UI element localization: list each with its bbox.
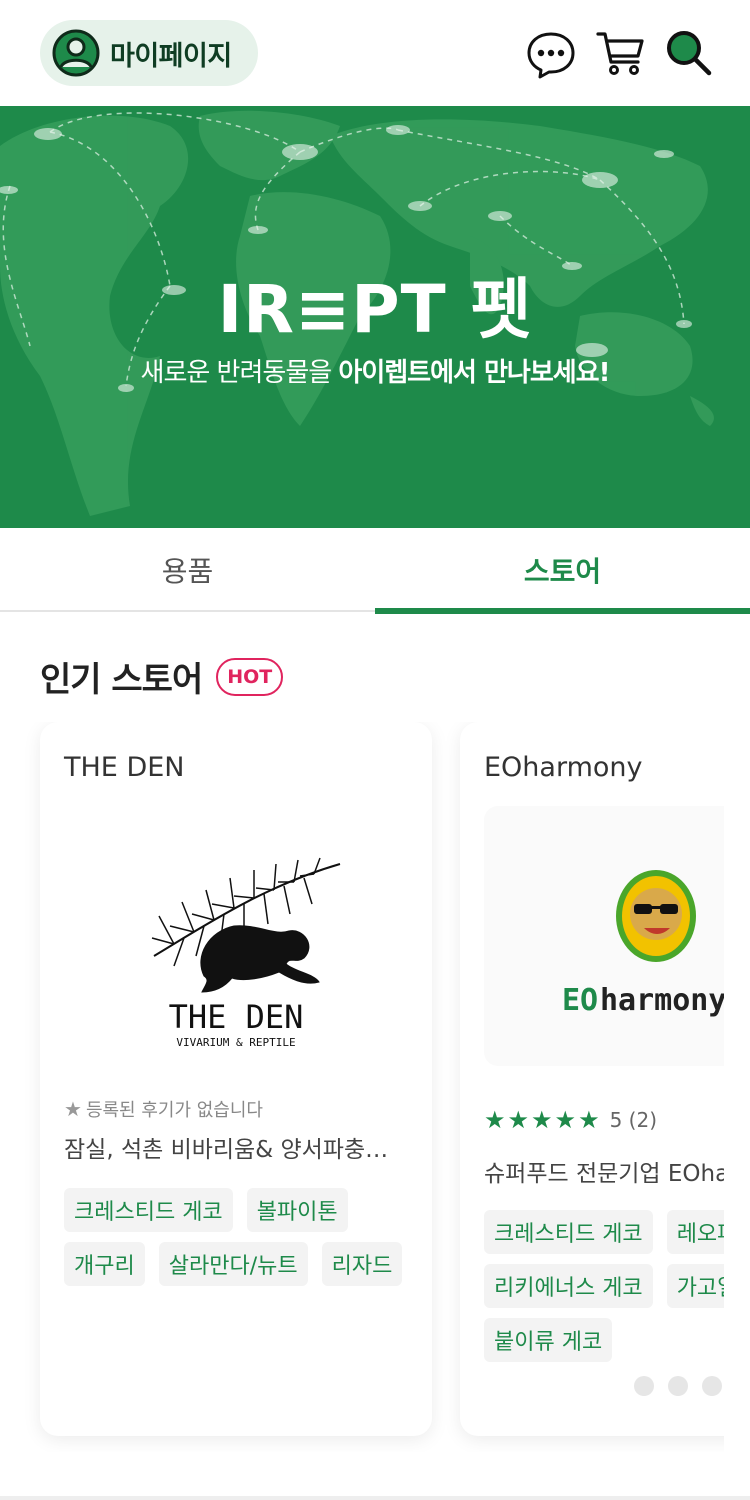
banner-logo: IR≡PT 펫 — [217, 271, 533, 348]
tag-chip[interactable]: 가고일 게코 — [666, 1264, 724, 1308]
carousel-dot[interactable] — [702, 1376, 722, 1396]
tag-list: 크레스티드 게코 레오파드 게코 리키에너스 게코 가고일 게코 붙이류 게코 — [484, 1210, 724, 1362]
logo-eo: EO — [562, 983, 598, 1018]
store-name: EOharmony — [484, 752, 643, 783]
tag-chip[interactable]: 살라만다/뉴트 — [158, 1242, 308, 1286]
store-description: 슈퍼푸드 전문기업 EOharmony — [484, 1161, 724, 1187]
hot-badge: HOT — [216, 657, 284, 696]
app-header: 마이페이지 — [0, 0, 750, 106]
tag-chip[interactable]: 크레스티드 게코 — [64, 1188, 233, 1232]
carousel-dot[interactable] — [668, 1376, 688, 1396]
store-description: 잠실, 석촌 비바리움& 양서파충류 전문샵 — [64, 1137, 408, 1163]
tab-supplies[interactable]: 용품 — [0, 528, 375, 612]
cart-icon[interactable] — [596, 28, 646, 78]
popular-stores-heading: 인기 스토어 HOT — [40, 652, 284, 701]
tag-chip[interactable]: 볼파이톤 — [246, 1188, 348, 1232]
tag-chip[interactable]: 크레스티드 게코 — [484, 1210, 653, 1254]
logo-harmony: harmony — [600, 983, 724, 1018]
tag-chip[interactable]: 레오파드 게코 — [666, 1210, 724, 1254]
rating-score: 5 — [609, 1108, 623, 1132]
banner-subtitle: 새로운 반려동물을 아이렙트에서 만나보세요! — [0, 352, 750, 389]
mypage-label: 마이페이지 — [110, 40, 232, 72]
tag-chip[interactable]: 리자드 — [321, 1242, 403, 1286]
tag-chip[interactable]: 개구리 — [64, 1242, 145, 1286]
fern-frog-logo: THE DEN VIVARIUM & REPTILE — [151, 857, 341, 1049]
tab-store[interactable]: 스토어 — [375, 528, 750, 614]
carousel-dots — [634, 1376, 722, 1396]
mypage-button[interactable]: 마이페이지 — [40, 20, 258, 86]
store-logo-image: THE DEN VIVARIUM & REPTILE — [64, 806, 408, 1066]
banner-subtitle-plain: 새로운 반려동물을 — [140, 358, 339, 388]
rating-count: (2) — [628, 1108, 658, 1132]
search-icon[interactable] — [664, 28, 714, 78]
hero-banner[interactable]: IR≡PT 펫 새로운 반려동물을 아이렙트에서 만나보세요! — [0, 106, 750, 528]
store-name: THE DEN — [64, 752, 185, 783]
eoharmony-logo: EO harmony — [562, 870, 724, 1018]
user-icon — [52, 29, 100, 77]
bottom-divider — [0, 1496, 750, 1500]
store-carousel[interactable]: THE DEN THE DEN VIVARIUM & REPTILE ★ 등록된… — [0, 722, 724, 1452]
tag-chip[interactable]: 붙이류 게코 — [484, 1318, 613, 1362]
store-logo-subtitle: VIVARIUM & REPTILE — [176, 1036, 295, 1049]
category-tabs: 용품 스토어 — [0, 528, 750, 614]
rating-empty: ★ 등록된 후기가 없습니다 — [64, 1096, 263, 1122]
tag-list: 크레스티드 게코 볼파이톤 개구리 살라만다/뉴트 리자드 — [64, 1188, 414, 1286]
store-card[interactable]: EOharmony EO harmony ★★★★★ 5 (2) 슈퍼푸드 전문… — [460, 722, 724, 1436]
chat-icon[interactable] — [526, 30, 576, 80]
carousel-dot[interactable] — [634, 1376, 654, 1396]
star-icon: ★ — [64, 1097, 82, 1121]
banner-subtitle-bold: 아이렙트에서 만나보세요! — [338, 358, 610, 388]
store-logo-image: EO harmony — [484, 806, 724, 1066]
rating: ★★★★★ 5 (2) — [484, 1106, 657, 1134]
rating-text: 등록된 후기가 없습니다 — [85, 1100, 263, 1121]
section-title: 인기 스토어 — [40, 660, 203, 700]
store-logo-title: THE DEN — [169, 998, 304, 1036]
star-rating-icon: ★★★★★ — [484, 1106, 602, 1134]
store-card[interactable]: THE DEN THE DEN VIVARIUM & REPTILE ★ 등록된… — [40, 722, 432, 1436]
tag-chip[interactable]: 리키에너스 게코 — [484, 1264, 653, 1308]
